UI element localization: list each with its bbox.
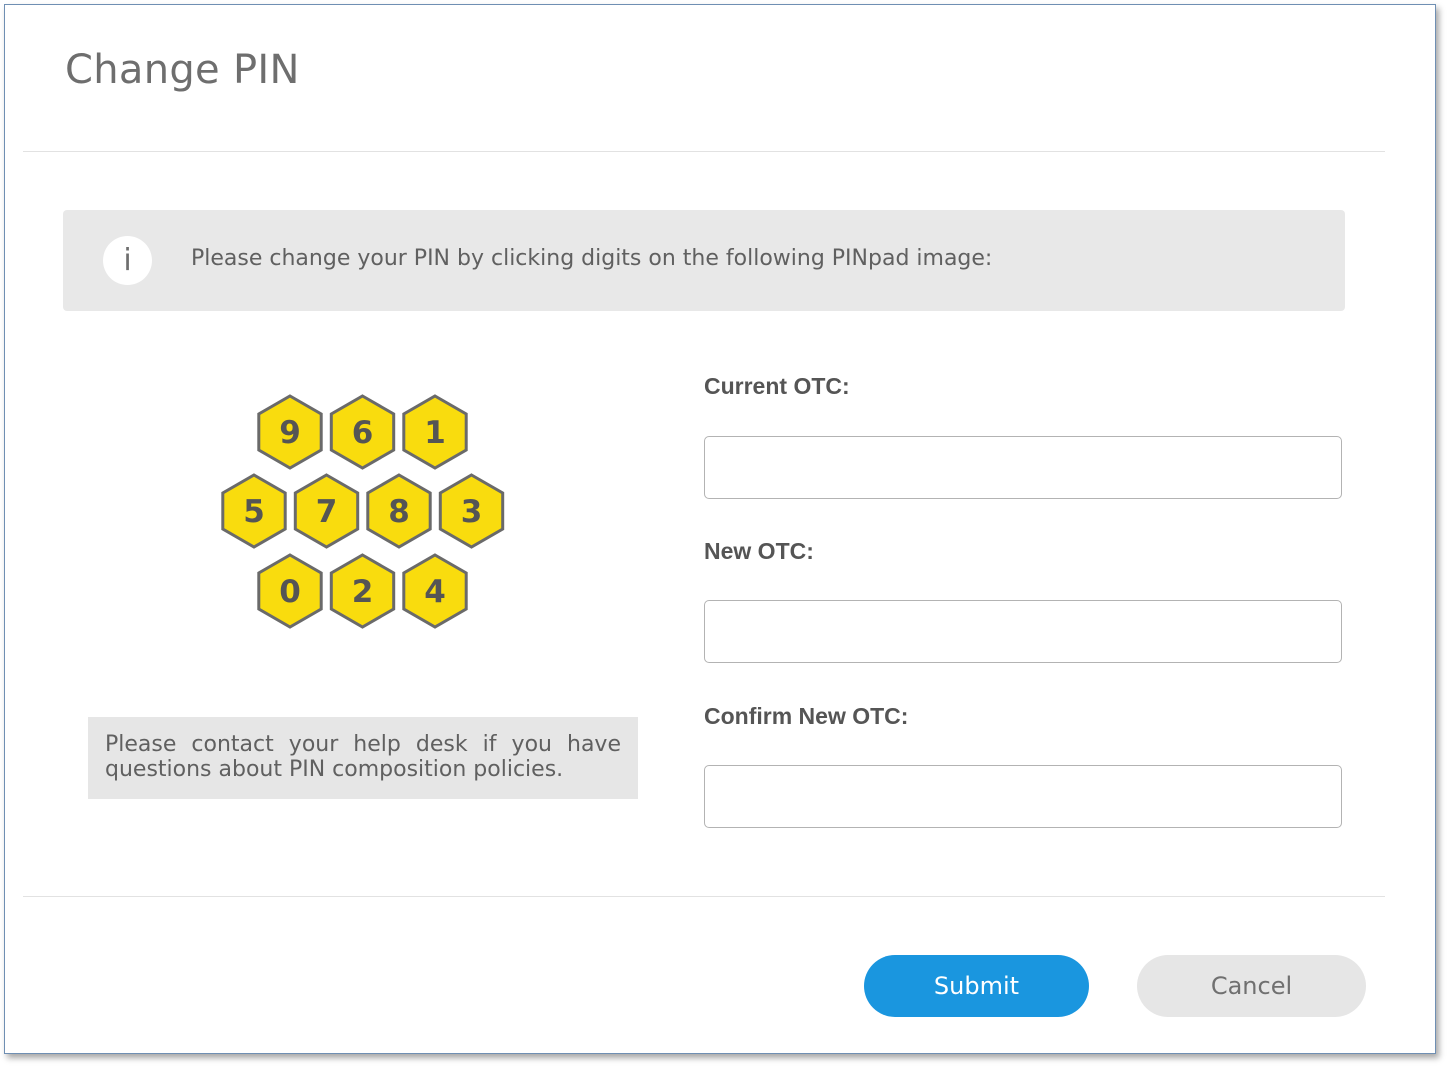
confirm-otc-input[interactable] bbox=[704, 765, 1342, 828]
pinpad-key-0[interactable]: 0 bbox=[257, 553, 323, 629]
pinpad-key-3[interactable]: 3 bbox=[438, 473, 505, 549]
pinpad-key-digit: 1 bbox=[424, 415, 446, 451]
new-otc-label: New OTC: bbox=[704, 538, 814, 564]
pinpad-key-digit: 8 bbox=[388, 494, 410, 530]
current-otc-input[interactable] bbox=[704, 436, 1342, 499]
pinpad-key-digit: 3 bbox=[461, 494, 483, 530]
pinpad-key-digit: 9 bbox=[279, 415, 301, 451]
pinpad-key-digit: 0 bbox=[279, 574, 301, 610]
footer-divider bbox=[23, 896, 1385, 897]
pinpad-key-2[interactable]: 2 bbox=[329, 553, 396, 629]
pinpad-key-1[interactable]: 1 bbox=[402, 394, 468, 470]
cancel-button[interactable]: Cancel bbox=[1137, 955, 1366, 1017]
pinpad-key-7[interactable]: 7 bbox=[293, 473, 360, 549]
submit-button[interactable]: Submit bbox=[864, 955, 1089, 1017]
helpdesk-note: Please contact your help desk if you hav… bbox=[88, 717, 638, 799]
helpdesk-note-text: Please contact your help desk if you hav… bbox=[105, 732, 621, 782]
pinpad-key-8[interactable]: 8 bbox=[366, 473, 432, 549]
pinpad-key-digit: 2 bbox=[352, 574, 374, 610]
confirm-otc-label: Confirm New OTC: bbox=[704, 703, 909, 729]
new-otc-input[interactable] bbox=[704, 600, 1342, 663]
pinpad-key-5[interactable]: 5 bbox=[221, 473, 287, 549]
pinpad-key-digit: 6 bbox=[352, 415, 374, 451]
change-pin-dialog: Change PIN i Please change your PIN by c… bbox=[4, 4, 1436, 1054]
pinpad-key-digit: 5 bbox=[243, 494, 265, 530]
pinpad-key-4[interactable]: 4 bbox=[402, 553, 468, 629]
pinpad-key-digit: 4 bbox=[424, 574, 446, 610]
current-otc-label: Current OTC: bbox=[704, 373, 850, 399]
pinpad-key-6[interactable]: 6 bbox=[329, 394, 396, 470]
pinpad-key-9[interactable]: 9 bbox=[257, 394, 323, 470]
pinpad-key-digit: 7 bbox=[316, 494, 338, 530]
